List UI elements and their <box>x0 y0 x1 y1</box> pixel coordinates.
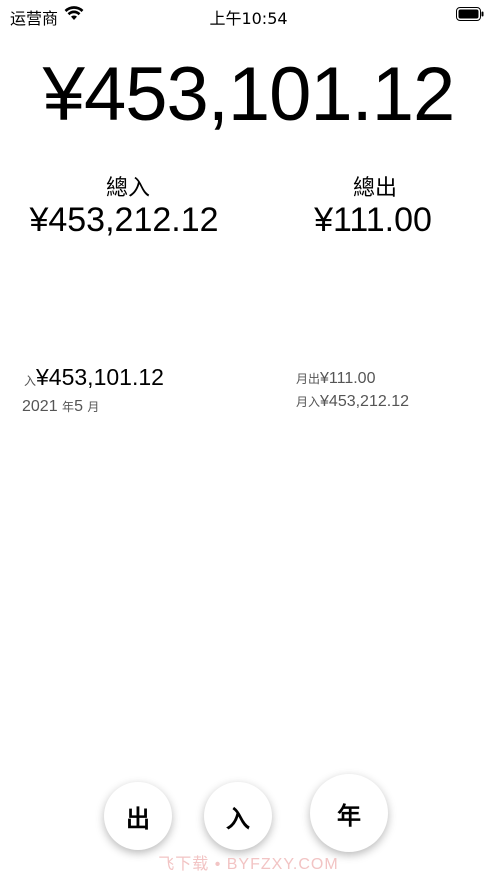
month-income-row: 月入¥453,212.12 <box>296 393 409 411</box>
month-net-prefix: 入 <box>24 374 37 388</box>
total-income-value: ¥453,212.12 <box>29 201 219 239</box>
year-view-button[interactable]: 年 <box>310 774 388 852</box>
add-income-button[interactable]: 入 <box>204 782 272 850</box>
month-expense-value: ¥111.00 <box>320 370 376 387</box>
month-date: 2021 年5 月 <box>22 398 99 416</box>
total-expense-value: ¥111.00 <box>314 201 432 239</box>
month-income-prefix: 月入 <box>296 395 321 409</box>
battery-icon <box>456 7 484 21</box>
month-expense-row: 月出¥111.00 <box>296 370 375 388</box>
status-time: 上午10:54 <box>209 9 288 28</box>
month-income-value: ¥453,212.12 <box>320 393 409 410</box>
add-expense-button[interactable]: 出 <box>104 782 172 850</box>
month-expense-prefix: 月出 <box>296 372 321 386</box>
month-unit: 月 <box>87 400 100 414</box>
net-balance: ¥453,101.12 <box>42 52 456 137</box>
month-number: 5 <box>74 398 83 415</box>
month-net-value: ¥453,101.12 <box>36 364 164 390</box>
total-expense-label: 總出 <box>352 176 397 201</box>
watermark: 飞下载 • BYFZXY.COM <box>158 856 339 873</box>
month-year-unit: 年 <box>62 400 75 414</box>
total-income-label: 總入 <box>105 176 150 201</box>
month-net-row: 入¥453,101.12 <box>24 364 164 391</box>
month-year: 2021 <box>22 398 58 415</box>
status-bar: 运营商 上午10:54 <box>0 0 497 30</box>
